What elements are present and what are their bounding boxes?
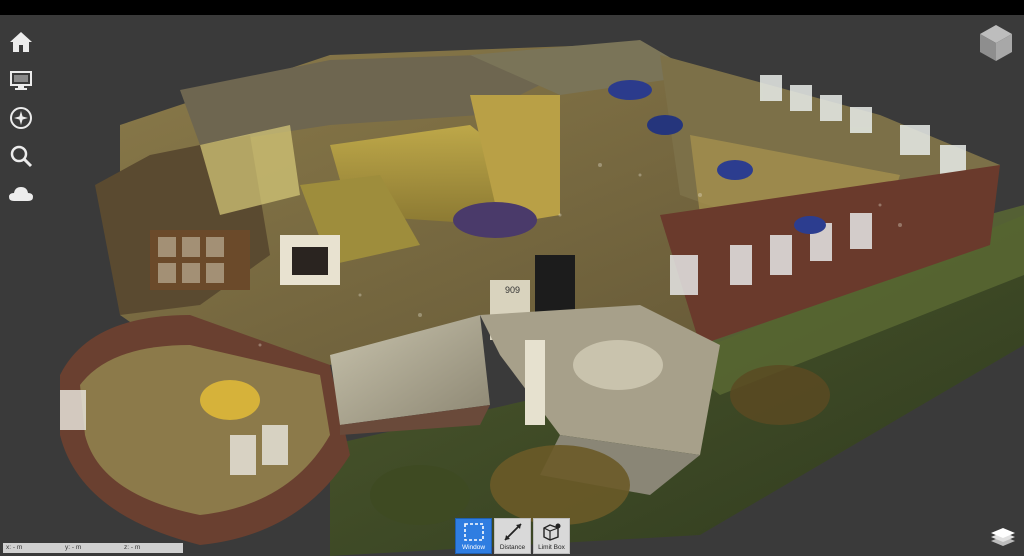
view-cube-icon <box>980 25 1012 61</box>
house-number: 909 <box>505 285 520 295</box>
measure-toolbar: Window Distance Limit Box <box>455 518 570 554</box>
layers-button[interactable] <box>990 526 1016 548</box>
search-icon <box>10 145 33 168</box>
window-tool-label: Window <box>461 544 486 551</box>
coord-x: x: - m <box>6 544 23 551</box>
cloud-button[interactable] <box>4 175 38 213</box>
home-button[interactable] <box>4 23 38 61</box>
monitor-icon <box>10 71 32 90</box>
coord-y: y: - m <box>65 544 82 551</box>
limit-box-icon <box>542 523 560 541</box>
home-icon <box>10 32 32 52</box>
coordinate-readout: x: - m y: - m z: - m <box>3 543 183 553</box>
view-cube[interactable] <box>978 23 1014 63</box>
display-button[interactable] <box>4 61 38 99</box>
distance-tool-button[interactable]: Distance <box>494 518 531 554</box>
search-button[interactable] <box>4 137 38 175</box>
top-bar <box>0 0 1024 15</box>
compass-icon <box>10 107 32 129</box>
left-toolbar <box>4 23 38 213</box>
coord-z: z: - m <box>124 544 141 551</box>
layers-icon <box>991 528 1015 546</box>
distance-tool-label: Distance <box>499 544 526 551</box>
point-cloud-viewport[interactable]: 909 Window Distance Limit Box x: - m y: … <box>0 15 1024 556</box>
navigate-button[interactable] <box>4 99 38 137</box>
selection-window-icon <box>463 523 484 541</box>
limit-box-tool-label: Limit Box <box>538 544 565 551</box>
cloud-icon <box>9 187 33 201</box>
limit-box-tool-button[interactable]: Limit Box <box>533 518 570 554</box>
window-tool-button[interactable]: Window <box>455 518 492 554</box>
distance-icon <box>503 523 522 541</box>
point-cloud-scene[interactable]: 909 <box>0 15 1024 556</box>
